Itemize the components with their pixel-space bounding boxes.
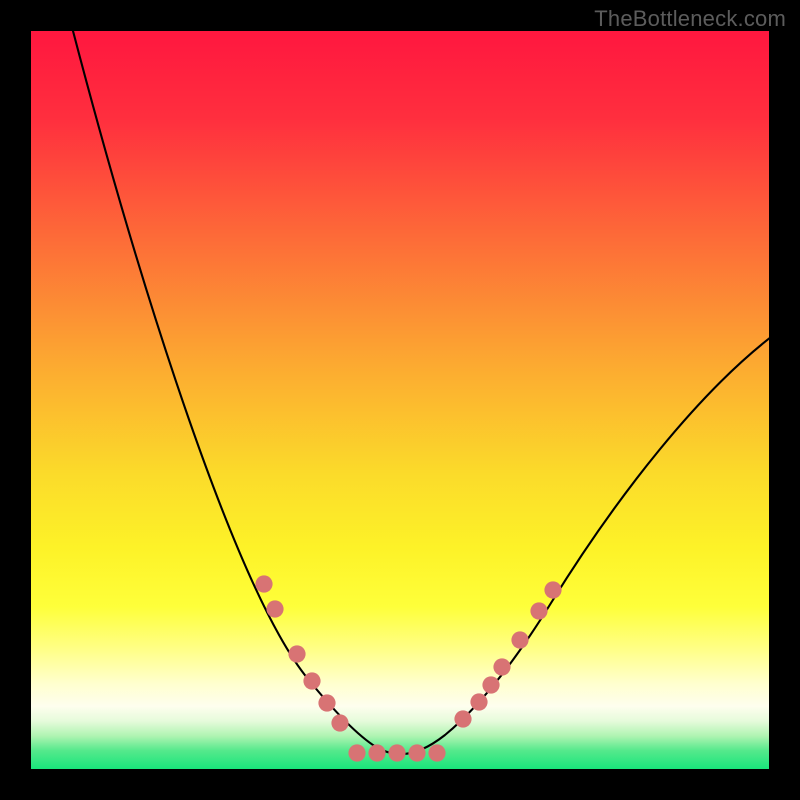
watermark-text: TheBottleneck.com [594, 6, 786, 32]
left-marker [331, 714, 348, 731]
plot-area [31, 31, 769, 769]
right-marker [493, 658, 510, 675]
left-marker [318, 694, 335, 711]
right-marker [544, 581, 561, 598]
flat-marker [348, 744, 365, 761]
right-marker [482, 676, 499, 693]
right-marker [470, 693, 487, 710]
flat-marker [428, 744, 445, 761]
left-marker [303, 672, 320, 689]
left-marker [255, 575, 272, 592]
right-marker [454, 710, 471, 727]
chart-container: TheBottleneck.com [0, 0, 800, 800]
flat-marker [368, 744, 385, 761]
bottleneck-curve-plot [31, 31, 769, 769]
right-marker [511, 631, 528, 648]
left-marker [288, 645, 305, 662]
right-marker [530, 602, 547, 619]
left-marker [266, 600, 283, 617]
flat-marker [408, 744, 425, 761]
gradient-background [31, 31, 769, 769]
flat-marker [388, 744, 405, 761]
